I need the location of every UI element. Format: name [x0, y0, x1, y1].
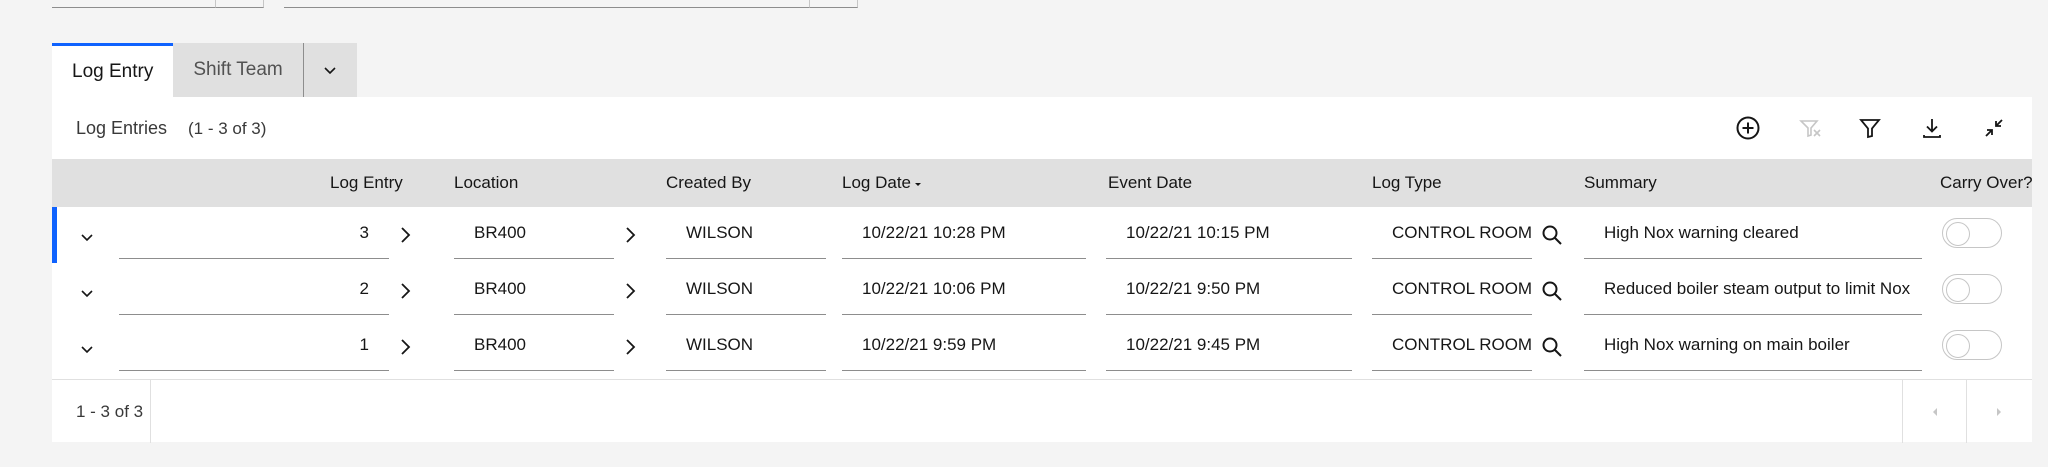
log-type-field[interactable]: CONTROL ROOM [1372, 207, 1532, 259]
log-date-value: 10/22/21 10:06 PM [862, 278, 1006, 298]
column-header-event-date[interactable]: Event Date [1108, 173, 1192, 193]
log-type-value: CONTROL ROOM [1392, 334, 1532, 354]
log-type-value: CONTROL ROOM [1392, 278, 1532, 298]
filter-icon[interactable] [1856, 114, 1884, 142]
log-entries-table: Log Entries (1 - 3 of 3) Log Entry Locat… [52, 97, 2033, 443]
created-by-field[interactable]: WILSON [666, 263, 826, 315]
log-date-field[interactable]: 10/22/21 9:59 PM [842, 319, 1086, 371]
pagination-divider [150, 380, 151, 443]
event-date-value: 10/22/21 9:50 PM [1126, 278, 1261, 298]
pagination-count: 1 - 3 of 3 [76, 402, 144, 421]
previous-page-button[interactable] [1902, 380, 1966, 443]
column-header-created-by[interactable]: Created By [666, 173, 751, 193]
location-value: BR400 [474, 334, 526, 354]
created-by-field[interactable]: WILSON [666, 207, 826, 259]
created-by-value: WILSON [686, 222, 754, 242]
chevron-right-icon[interactable] [622, 225, 640, 245]
next-page-button[interactable] [1966, 380, 2030, 443]
caret-right-icon [1996, 407, 2001, 416]
tab-overflow-button[interactable] [302, 43, 357, 97]
event-date-field[interactable]: 10/22/21 9:50 PM [1106, 263, 1352, 315]
event-date-value: 10/22/21 10:15 PM [1126, 222, 1270, 242]
log-type-value: CONTROL ROOM [1392, 222, 1532, 242]
log-entry-field[interactable]: 2 [119, 263, 389, 315]
location-value: BR400 [474, 222, 526, 242]
log-date-header-label: Log Date [842, 173, 911, 192]
top-field-2-button[interactable] [810, 0, 858, 8]
column-header-summary[interactable]: Summary [1584, 173, 1657, 193]
expand-row-icon[interactable] [79, 285, 95, 301]
column-header-location[interactable]: Location [454, 173, 518, 193]
top-field-1-button[interactable] [216, 0, 264, 8]
log-type-field[interactable]: CONTROL ROOM [1372, 319, 1532, 371]
location-field[interactable]: BR400 [454, 263, 614, 315]
search-icon[interactable] [1540, 279, 1564, 303]
location-value: BR400 [474, 278, 526, 298]
log-entry-field[interactable]: 1 [119, 319, 389, 371]
search-icon[interactable] [1540, 335, 1564, 359]
log-entry-value: 3 [359, 222, 369, 242]
log-date-value: 10/22/21 10:28 PM [862, 222, 1006, 242]
table-row[interactable]: 3 BR400 WILSON 10/22/21 10:28 PM 10/22/2… [52, 207, 2032, 263]
tab-log-entry[interactable]: Log Entry [52, 43, 174, 97]
carry-over-toggle[interactable] [1942, 330, 2002, 360]
log-date-field[interactable]: 10/22/21 10:28 PM [842, 207, 1086, 259]
location-field[interactable]: BR400 [454, 207, 614, 259]
table-title: Log Entries [76, 118, 168, 138]
event-date-field[interactable]: 10/22/21 10:15 PM [1106, 207, 1352, 259]
summary-value: Reduced boiler steam output to limit Nox [1604, 278, 1911, 298]
summary-value: High Nox warning cleared [1604, 222, 1799, 242]
event-date-value: 10/22/21 9:45 PM [1126, 334, 1261, 354]
summary-value: High Nox warning on main boiler [1604, 334, 1850, 354]
summary-field[interactable]: High Nox warning cleared [1584, 207, 1922, 259]
location-field[interactable]: BR400 [454, 319, 614, 371]
summary-field[interactable]: High Nox warning on main boiler [1584, 319, 1922, 371]
column-header-log-entry[interactable]: Log Entry [330, 173, 403, 193]
search-icon[interactable] [1540, 223, 1564, 247]
created-by-field[interactable]: WILSON [666, 319, 826, 371]
log-type-field[interactable]: CONTROL ROOM [1372, 263, 1532, 315]
log-entry-value: 2 [359, 278, 369, 298]
carry-over-toggle[interactable] [1942, 274, 2002, 304]
sort-down-icon [915, 182, 921, 186]
column-header-log-date[interactable]: Log Date [842, 173, 923, 193]
chevron-right-icon[interactable] [397, 281, 415, 301]
event-date-field[interactable]: 10/22/21 9:45 PM [1106, 319, 1352, 371]
download-icon[interactable] [1918, 114, 1946, 142]
add-icon[interactable] [1734, 114, 1762, 142]
column-header-carry-over[interactable]: Carry Over? [1940, 173, 2033, 193]
tab-bar: Log Entry Shift Team [52, 43, 357, 97]
carry-over-toggle[interactable] [1942, 218, 2002, 248]
created-by-value: WILSON [686, 334, 754, 354]
top-field-2[interactable] [284, 0, 810, 8]
chevron-right-icon[interactable] [622, 281, 640, 301]
log-date-value: 10/22/21 9:59 PM [862, 334, 997, 354]
summary-field[interactable]: Reduced boiler steam output to limit Nox [1584, 263, 1922, 315]
chevron-right-icon[interactable] [397, 337, 415, 357]
log-entry-field[interactable]: 3 [119, 207, 389, 259]
table-row[interactable]: 1 BR400 WILSON 10/22/21 9:59 PM 10/22/21… [52, 319, 2032, 375]
created-by-value: WILSON [686, 278, 754, 298]
log-entry-value: 1 [359, 334, 369, 354]
table-header: Log Entry Location Created By Log Date E… [52, 159, 2033, 207]
pagination-bar: 1 - 3 of 3 [52, 379, 2032, 443]
top-field-1[interactable] [52, 0, 216, 8]
expand-row-icon[interactable] [79, 229, 95, 245]
chevron-right-icon[interactable] [622, 337, 640, 357]
table-row[interactable]: 2 BR400 WILSON 10/22/21 10:06 PM 10/22/2… [52, 263, 2032, 319]
chevron-down-icon [324, 67, 336, 75]
expand-row-icon[interactable] [79, 341, 95, 357]
table-count: (1 - 3 of 3) [188, 119, 267, 138]
chevron-right-icon[interactable] [397, 225, 415, 245]
column-header-log-type[interactable]: Log Type [1372, 173, 1442, 193]
log-date-field[interactable]: 10/22/21 10:06 PM [842, 263, 1086, 315]
table-toolbar: Log Entries (1 - 3 of 3) [52, 97, 2032, 159]
clear-filter-icon[interactable] [1796, 114, 1824, 142]
caret-left-icon [1932, 407, 1937, 416]
tab-shift-team[interactable]: Shift Team [173, 43, 303, 97]
collapse-icon[interactable] [1980, 114, 2008, 142]
